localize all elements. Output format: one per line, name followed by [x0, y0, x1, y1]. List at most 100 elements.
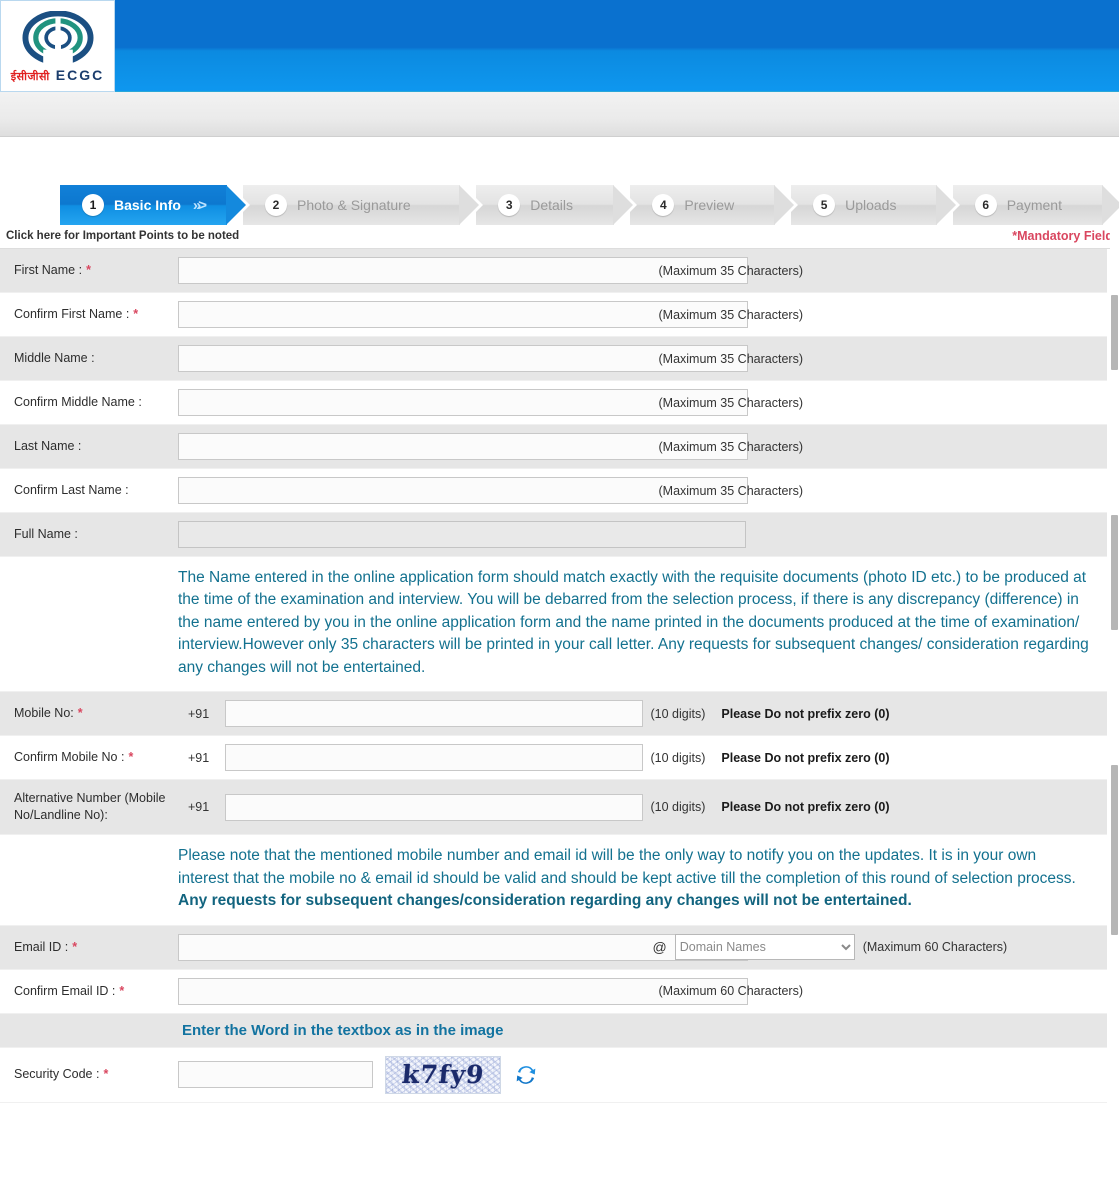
note-row-contact: Please note that the mentioned mobile nu…	[0, 834, 1107, 926]
required-asterisk: *	[77, 706, 83, 721]
field-row-mobile-no: Mobile No: * +91 (10 digits) Please Do no…	[0, 691, 1107, 737]
label-text: Email ID :	[14, 939, 69, 954]
note-spacer-left	[0, 556, 178, 693]
cell-confirm-middle-name-input	[178, 380, 748, 425]
field-row-full-name: Full Name :	[0, 512, 1107, 557]
captcha-image: k7fy9	[385, 1055, 501, 1094]
hint-confirm-email-id: (Maximum 60 Characters)	[642, 969, 1107, 1014]
step-details[interactable]: 3 Details	[476, 185, 638, 225]
cell-last-name-input	[178, 424, 748, 469]
cell-alternative-number-input: +91	[178, 779, 643, 836]
required-asterisk: *	[133, 307, 139, 322]
scrollbar-thumb-2[interactable]	[1111, 515, 1118, 630]
label-text: First Name :	[14, 263, 83, 278]
email-domain-select[interactable]: Domain Names	[674, 934, 855, 960]
application-page: ईसीजीसी ECGC 1 Basic Info »> 2 Photo & S…	[0, 0, 1119, 1200]
step-label: Uploads	[845, 197, 897, 213]
field-row-email-id: Email ID : * @ Domain Names (Maximum 60 C…	[0, 925, 1107, 970]
refresh-icon[interactable]	[513, 1062, 539, 1088]
cell-confirm-last-name-input	[178, 468, 748, 513]
cell-full-name-input	[178, 512, 1107, 557]
label-text: Mobile No:	[14, 706, 74, 721]
field-row-confirm-last-name: Confirm Last Name : (Maximum 35 Characte…	[0, 468, 1107, 513]
step-number: 4	[652, 194, 675, 216]
alternative-number-input[interactable]	[225, 793, 643, 821]
note-row-name: The Name entered in the online applicati…	[0, 556, 1107, 693]
alternative-zero-warning: Please Do not prefix zero (0)	[721, 800, 890, 815]
header-subbar	[0, 92, 1119, 137]
label-middle-name: Middle Name :	[0, 336, 178, 381]
label-confirm-first-name: Confirm First Name : *	[0, 292, 178, 337]
label-email-id: Email ID : *	[0, 925, 178, 970]
label-text: Confirm Email ID :	[14, 983, 116, 998]
mandatory-field-note: *Mandatory Field	[1012, 229, 1113, 243]
hint-email-id: (Maximum 60 Characters)	[862, 940, 1008, 954]
cell-first-name-input	[178, 249, 748, 293]
step-label: Basic Info	[114, 197, 181, 213]
label-text: Confirm Mobile No :	[14, 750, 125, 765]
note-spacer-left-2	[0, 834, 178, 926]
site-header: ईसीजीसी ECGC	[0, 0, 1119, 92]
confirm-mobile-zero-warning: Please Do not prefix zero (0)	[721, 750, 890, 765]
page-scrollbar[interactable]	[1110, 145, 1119, 1200]
scrollbar-thumb-1[interactable]	[1111, 295, 1118, 370]
wizard-steps: 1 Basic Info »> 2 Photo & Signature 3 De…	[60, 185, 1119, 225]
security-code-input[interactable]	[178, 1061, 373, 1088]
step-label: Payment	[1006, 197, 1062, 213]
ecgc-logo[interactable]: ईसीजीसी ECGC	[0, 0, 115, 92]
label-text: Security Code :	[14, 1067, 100, 1082]
field-row-confirm-mobile-no: Confirm Mobile No : * +91 (10 digits) Ple…	[0, 735, 1107, 781]
ecgc-eye-logo-icon	[21, 10, 94, 67]
required-asterisk: *	[86, 263, 91, 278]
full-name-input	[178, 521, 746, 548]
alternative-digits-hint: (10 digits)	[650, 800, 706, 815]
field-row-alternative-number: Alternative Number (Mobile No/Landline N…	[0, 779, 1107, 836]
step-label: Details	[530, 197, 573, 213]
cell-confirm-email-id-input	[178, 969, 748, 1014]
contact-note: Please note that the mentioned mobile nu…	[178, 834, 1107, 926]
field-row-last-name: Last Name : (Maximum 35 Characters)	[0, 424, 1107, 469]
step-basic-info[interactable]: 1 Basic Info »>	[60, 185, 250, 225]
step-photo-signature[interactable]: 2 Photo & Signature	[243, 185, 484, 225]
step-number: 6	[974, 194, 997, 216]
step-number: 1	[82, 194, 104, 216]
contact-note-bold: Any requests for subsequent changes/cons…	[178, 892, 912, 910]
mobile-no-input[interactable]	[225, 700, 643, 728]
cell-alternative-hints: (10 digits) Please Do not prefix zero (0…	[642, 779, 1107, 836]
field-row-first-name: First Name : * (Maximum 35 Characters)	[0, 249, 1107, 293]
important-points-link[interactable]: Click here for Important Points to be no…	[6, 230, 239, 242]
basic-info-form: First Name : * (Maximum 35 Characters) Co…	[0, 249, 1107, 1103]
logo-hindi-text: ईसीजीसी	[10, 69, 50, 83]
chevron-right-icon: »>	[192, 196, 207, 214]
confirm-mobile-no-input[interactable]	[225, 744, 643, 772]
cell-email-id-input	[178, 925, 748, 970]
step-uploads[interactable]: 5 Uploads	[791, 185, 960, 225]
logo-wordmark: ईसीजीसी ECGC	[11, 67, 104, 84]
label-confirm-middle-name: Confirm Middle Name :	[0, 380, 178, 425]
label-mobile-no: Mobile No: *	[0, 691, 178, 737]
captcha-instruction: Enter the Word in the textbox as in the …	[178, 1013, 1107, 1048]
captcha-instruction-row: Enter the Word in the textbox as in the …	[0, 1013, 1107, 1048]
confirm-mobile-digits-hint: (10 digits)	[650, 750, 706, 765]
cell-confirm-first-name-input	[178, 292, 748, 337]
hint-confirm-first-name: (Maximum 35 Characters)	[642, 292, 1107, 337]
required-asterisk: *	[103, 1067, 109, 1082]
country-code-mobile: +91	[188, 706, 210, 721]
field-row-confirm-first-name: Confirm First Name : * (Maximum 35 Charac…	[0, 292, 1107, 337]
mobile-zero-warning: Please Do not prefix zero (0)	[721, 706, 890, 721]
label-confirm-mobile-no: Confirm Mobile No : *	[0, 735, 178, 781]
hint-last-name: (Maximum 35 Characters)	[642, 424, 1107, 469]
step-payment[interactable]: 6 Payment	[952, 185, 1119, 225]
step-preview[interactable]: 4 Preview	[630, 185, 798, 225]
mobile-digits-hint: (10 digits)	[650, 706, 706, 721]
label-confirm-last-name: Confirm Last Name :	[0, 468, 178, 513]
scrollbar-thumb-3[interactable]	[1111, 765, 1118, 935]
field-row-middle-name: Middle Name : (Maximum 35 Characters)	[0, 336, 1107, 381]
label-alternative-number: Alternative Number (Mobile No/Landline N…	[0, 779, 178, 836]
field-row-security-code: Security Code : * k7fy9	[0, 1047, 1107, 1103]
required-asterisk: *	[72, 939, 78, 954]
country-code-alternative: +91	[188, 800, 210, 815]
name-match-note: The Name entered in the online applicati…	[178, 556, 1107, 693]
step-number: 2	[265, 194, 287, 216]
step-number: 5	[813, 194, 836, 216]
